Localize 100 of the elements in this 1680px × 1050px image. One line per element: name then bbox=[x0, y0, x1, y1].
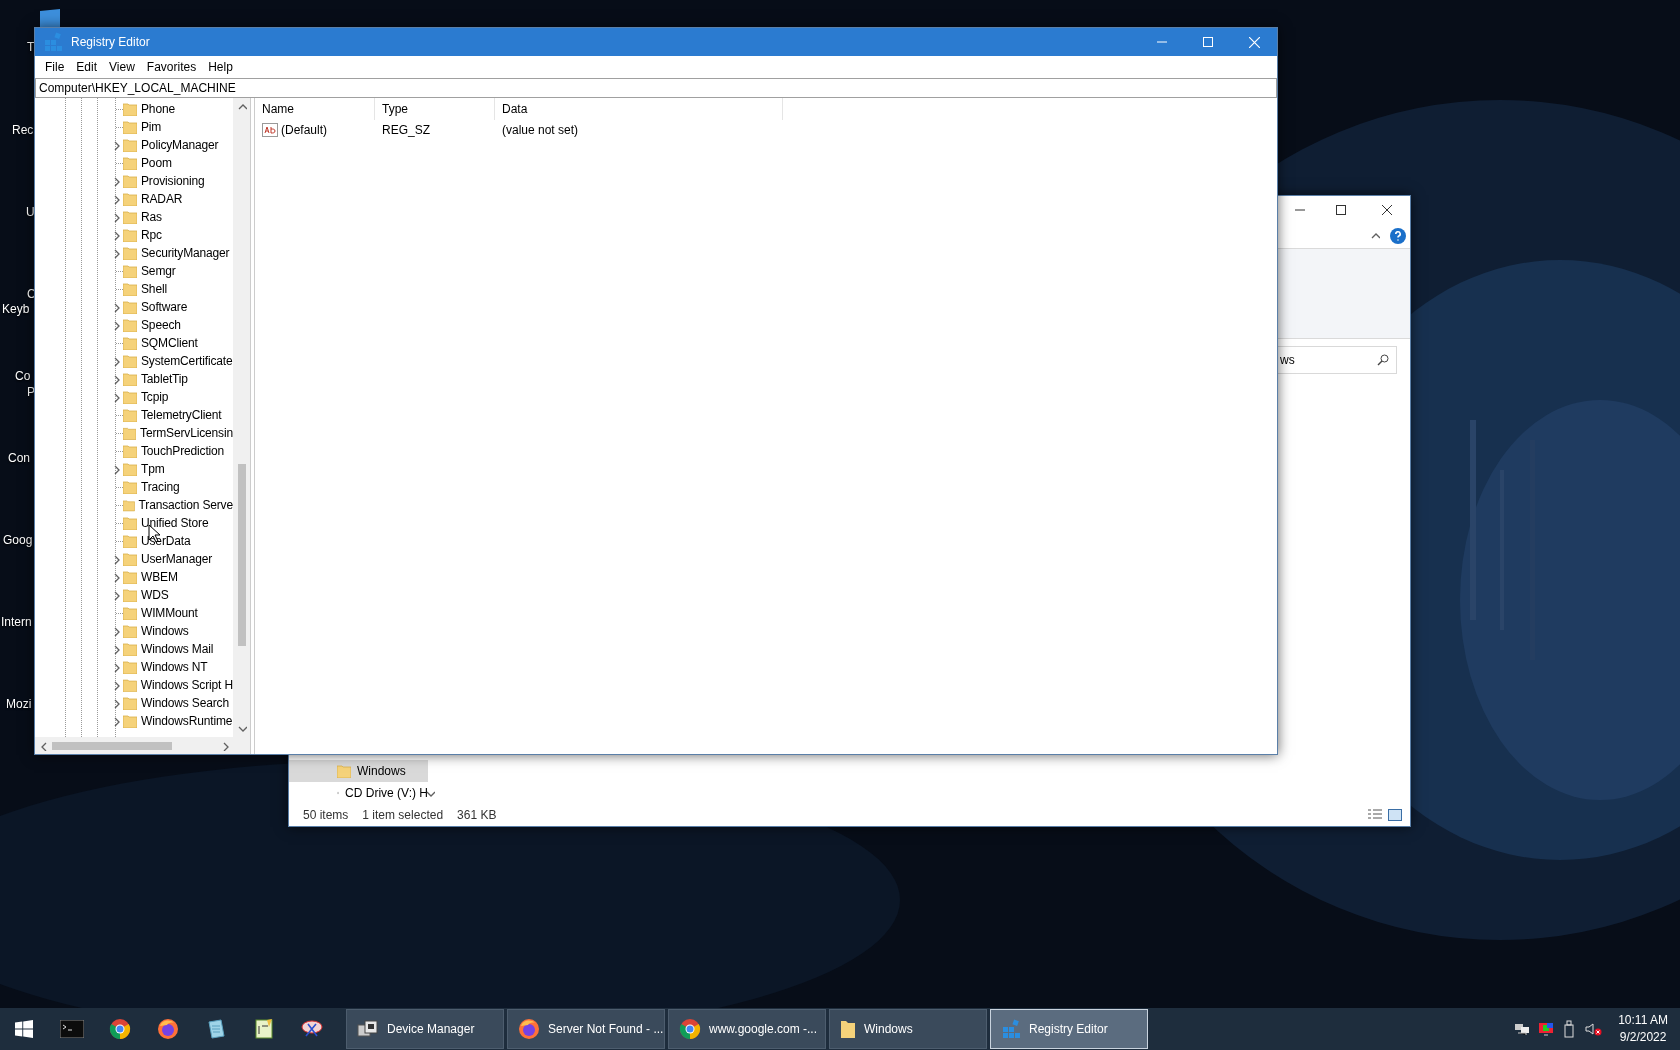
tree-item[interactable]: Tcpip bbox=[141, 390, 169, 404]
firefox-icon[interactable] bbox=[157, 1018, 179, 1040]
network-icon[interactable] bbox=[1514, 1021, 1531, 1037]
status-text: 1 item selected bbox=[362, 808, 444, 822]
tree-item[interactable]: Unified Store bbox=[141, 516, 209, 530]
tree-item[interactable]: Windows NT bbox=[141, 660, 208, 674]
tree-item[interactable]: Software bbox=[141, 300, 188, 314]
tree-item[interactable]: Windows bbox=[141, 624, 189, 638]
tree-item[interactable]: Semgr bbox=[141, 264, 176, 278]
desktop-icon-label[interactable]: U bbox=[26, 205, 35, 219]
tree-item[interactable]: Ras bbox=[141, 210, 162, 224]
clock[interactable]: 10:11 AM 9/2/2022 bbox=[1618, 1012, 1668, 1046]
terminal-icon[interactable] bbox=[60, 1020, 84, 1038]
tree-item[interactable]: WDS bbox=[141, 588, 169, 602]
folder-icon bbox=[123, 534, 137, 548]
tree-item[interactable]: Windows Script H bbox=[140, 678, 233, 692]
tree-item[interactable]: Windows Search bbox=[141, 696, 229, 710]
menu-item[interactable]: File bbox=[39, 60, 71, 74]
help-icon[interactable] bbox=[1390, 228, 1406, 244]
close-icon bbox=[1248, 36, 1260, 48]
tree-item[interactable]: WIMMount bbox=[141, 606, 198, 620]
menu-item[interactable]: Help bbox=[202, 60, 239, 74]
folder-icon bbox=[123, 246, 137, 260]
status-text: 50 items bbox=[303, 808, 349, 822]
usb-drive-icon[interactable] bbox=[1562, 1020, 1577, 1038]
tree-item[interactable]: TermServLicensin bbox=[140, 426, 233, 440]
status-text: 361 KB bbox=[457, 808, 497, 822]
taskbar-button[interactable]: Registry Editor bbox=[990, 1009, 1148, 1049]
desktop-icon-label[interactable]: P bbox=[27, 385, 35, 399]
string-value-icon bbox=[262, 123, 278, 137]
desktop-icon-label[interactable]: Goog bbox=[3, 533, 33, 547]
scroll-down-icon[interactable] bbox=[425, 789, 435, 799]
taskbar-button[interactable]: Windows bbox=[829, 1009, 987, 1049]
desktop-icon[interactable] bbox=[40, 9, 60, 27]
desktop-icon-label[interactable]: Con bbox=[8, 451, 30, 465]
thumbnail-view-icon[interactable] bbox=[1388, 809, 1402, 821]
desktop-icon-label[interactable]: T bbox=[27, 40, 35, 54]
folder-icon bbox=[123, 354, 137, 368]
tree-item[interactable]: Tpm bbox=[141, 462, 165, 476]
menu-item[interactable]: Favorites bbox=[140, 60, 203, 74]
folder-icon bbox=[840, 1019, 856, 1039]
menu-item[interactable]: View bbox=[103, 60, 141, 74]
folder-icon bbox=[123, 606, 137, 620]
tree-item[interactable]: RADAR bbox=[141, 192, 183, 206]
desktop-icon-label[interactable]: Co bbox=[15, 369, 31, 383]
column-header[interactable]: Name bbox=[255, 98, 375, 120]
tree-item[interactable]: UserData bbox=[141, 534, 191, 548]
tree-item[interactable]: WindowsRuntime bbox=[141, 714, 233, 728]
tree-item[interactable]: TouchPrediction bbox=[141, 444, 225, 458]
folder-icon bbox=[123, 660, 137, 674]
tree-item[interactable]: Shell bbox=[141, 282, 167, 296]
tree-item[interactable]: PolicyManager bbox=[141, 138, 219, 152]
navigation-label: Windows bbox=[357, 764, 406, 778]
taskbar-button[interactable]: Device Manager bbox=[346, 1009, 504, 1049]
taskbar-button[interactable]: Server Not Found - ... bbox=[507, 1009, 665, 1049]
taskbar-button[interactable]: www.google.com -... bbox=[668, 1009, 826, 1049]
display-icon[interactable] bbox=[1538, 1021, 1555, 1037]
tree-item[interactable]: TelemetryClient bbox=[141, 408, 222, 422]
chrome-icon[interactable] bbox=[679, 1018, 701, 1040]
tree-item[interactable]: Windows Mail bbox=[141, 642, 214, 656]
folder-icon bbox=[123, 516, 137, 530]
folder-icon bbox=[123, 588, 137, 602]
tree-item[interactable]: SystemCertificate bbox=[141, 354, 233, 368]
desktop-icon-label[interactable]: Mozi bbox=[6, 697, 32, 711]
scrollbar-thumb[interactable] bbox=[52, 741, 172, 750]
firefox-icon[interactable] bbox=[518, 1018, 540, 1040]
search-field[interactable]: ws bbox=[1277, 346, 1397, 374]
menu-item[interactable]: Edit bbox=[70, 60, 104, 74]
tree-item[interactable]: WBEM bbox=[141, 570, 178, 584]
address-field[interactable]: Computer\HKEY_LOCAL_MACHINE bbox=[35, 78, 1277, 98]
collapse-ribbon-icon[interactable] bbox=[1370, 231, 1380, 241]
navigation-label: CD Drive (V:) H bbox=[345, 786, 428, 800]
desktop-icon-label[interactable]: Keyb bbox=[2, 302, 30, 316]
tree-item[interactable]: Provisioning bbox=[141, 174, 205, 188]
column-header[interactable]: Data bbox=[495, 98, 783, 120]
tree-item[interactable]: UserManager bbox=[141, 552, 213, 566]
window-title: Registry Editor bbox=[71, 35, 151, 49]
navigation-item[interactable]: Windows bbox=[289, 760, 428, 782]
speaker-muted-icon[interactable] bbox=[1584, 1021, 1603, 1037]
tree-item[interactable]: TabletTip bbox=[141, 372, 188, 386]
tree-item[interactable]: Rpc bbox=[141, 228, 162, 242]
tree-item[interactable]: Pim bbox=[141, 120, 162, 134]
folder-icon bbox=[123, 462, 137, 476]
chrome-icon[interactable] bbox=[109, 1018, 131, 1040]
tree-item[interactable]: Phone bbox=[141, 102, 175, 116]
tree-item[interactable]: Transaction Serve bbox=[138, 498, 233, 512]
column-header[interactable]: Type bbox=[375, 98, 495, 120]
tree-item[interactable]: SecurityManager bbox=[141, 246, 230, 260]
document-icon[interactable] bbox=[253, 1018, 275, 1040]
notepad-icon[interactable] bbox=[205, 1018, 227, 1040]
folder-icon bbox=[123, 264, 137, 278]
tree-item[interactable]: Speech bbox=[141, 318, 181, 332]
scrollbar-thumb[interactable] bbox=[237, 464, 246, 646]
tree-item[interactable]: SQMClient bbox=[141, 336, 198, 350]
tree-item[interactable]: Poom bbox=[141, 156, 172, 170]
desktop-icon-label[interactable]: Rec bbox=[12, 123, 34, 137]
navigation-item[interactable]: CD Drive (V:) H bbox=[289, 782, 428, 804]
tree-item[interactable]: Tracing bbox=[141, 480, 180, 494]
desktop-icon-label[interactable]: Intern bbox=[1, 615, 32, 629]
value-type: REG_SZ bbox=[382, 123, 430, 137]
